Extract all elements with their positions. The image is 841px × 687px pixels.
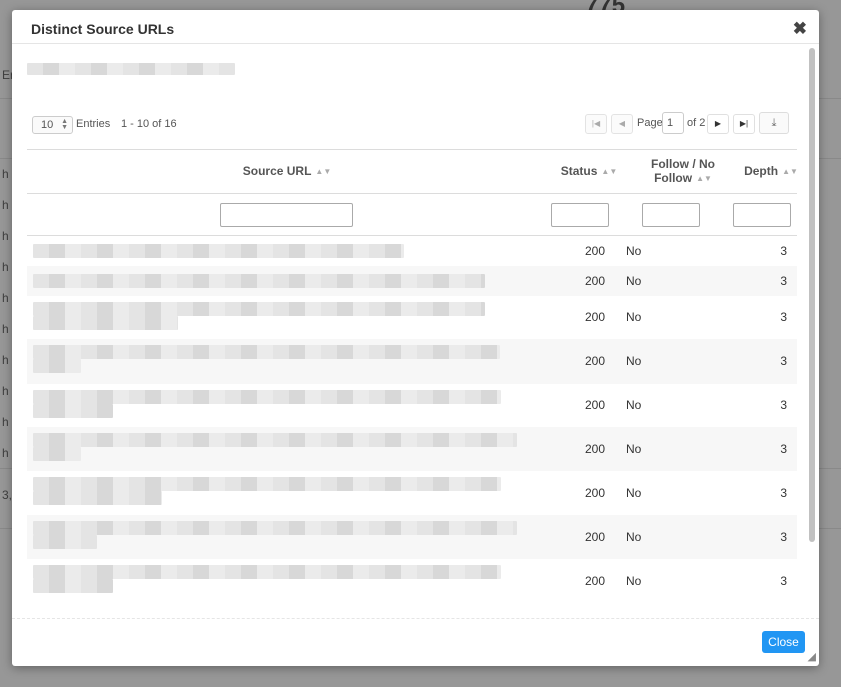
table-row[interactable]: 200 No 3	[27, 296, 797, 339]
column-header-follow[interactable]: Follow / No Follow ▲▼	[641, 157, 725, 186]
status-filter-input[interactable]	[551, 203, 609, 227]
first-page-icon: |◀	[591, 119, 601, 128]
depth-cell: 3	[780, 486, 787, 500]
resize-handle-icon[interactable]: ◢	[808, 650, 816, 663]
table-row[interactable]: 200 No 3	[27, 427, 797, 471]
column-header-depth[interactable]: Depth ▲▼	[739, 164, 803, 178]
table-row[interactable]: 200 No 3	[27, 384, 797, 427]
redacted-subtitle	[27, 63, 235, 75]
export-button[interactable]: ⤓	[759, 112, 789, 134]
distinct-source-urls-modal: Distinct Source URLs ✖ 10 ▲ ▼ Entries 1 -…	[12, 10, 819, 666]
modal-scrollbar[interactable]	[809, 48, 815, 542]
redacted-source-url	[33, 345, 500, 359]
redacted-source-url	[33, 477, 501, 491]
column-label: Depth	[744, 164, 779, 178]
table-top-border	[27, 149, 797, 150]
close-icon[interactable]: ✖	[793, 19, 807, 39]
table-row[interactable]: 200 No 3	[27, 339, 797, 384]
record-range: 1 - 10 of 16	[121, 118, 177, 130]
follow-cell: No	[626, 354, 642, 368]
table-row[interactable]: 200 No 3	[27, 559, 797, 603]
sort-icon: ▲▼	[696, 173, 712, 183]
follow-cell: No	[626, 486, 642, 500]
depth-cell: 3	[780, 530, 787, 544]
follow-cell: No	[626, 574, 642, 588]
sort-icon: ▲▼	[601, 167, 618, 177]
follow-filter-input[interactable]	[642, 203, 700, 227]
table-row[interactable]: 200 No 3	[27, 515, 797, 559]
entries-value: 10	[41, 119, 54, 131]
redacted-source-url	[33, 447, 81, 461]
redacted-source-url	[33, 535, 97, 549]
follow-cell: No	[626, 310, 642, 324]
redacted-source-url	[33, 433, 517, 447]
prev-page-button[interactable]: ◀	[611, 114, 633, 134]
redacted-source-url	[33, 579, 113, 593]
redacted-source-url	[33, 359, 81, 373]
depth-cell: 3	[780, 574, 787, 588]
download-icon: ⤓	[771, 117, 777, 129]
last-page-icon: ▶|	[739, 119, 749, 128]
table-row[interactable]: 200 No 3	[27, 236, 797, 266]
sort-icon: ▲▼	[315, 167, 332, 177]
table-row[interactable]: 200 No 3	[27, 266, 797, 296]
modal-title: Distinct Source URLs	[31, 21, 175, 37]
header-divider	[27, 193, 797, 194]
redacted-source-url	[33, 390, 501, 404]
follow-cell: No	[626, 274, 642, 288]
prev-page-icon: ◀	[618, 119, 626, 128]
entries-label: Entries	[76, 118, 111, 130]
redacted-source-url	[33, 491, 162, 505]
redacted-source-url	[33, 302, 485, 316]
last-page-button[interactable]: ▶|	[733, 114, 755, 134]
redacted-source-url	[33, 316, 178, 330]
depth-cell: 3	[780, 274, 787, 288]
first-page-button[interactable]: |◀	[585, 114, 607, 134]
table-row[interactable]: 200 No 3	[27, 471, 797, 515]
page-total-label: of 2	[687, 117, 706, 129]
follow-cell: No	[626, 398, 642, 412]
modal-footer	[12, 618, 819, 619]
redacted-source-url	[33, 565, 501, 579]
redacted-source-url	[33, 521, 517, 535]
depth-cell: 3	[780, 354, 787, 368]
depth-cell: 3	[780, 398, 787, 412]
page-number-input[interactable]: 1	[662, 112, 684, 134]
depth-filter-input[interactable]	[733, 203, 791, 227]
status-cell: 200	[584, 274, 605, 288]
depth-cell: 3	[780, 244, 787, 258]
status-cell: 200	[584, 574, 605, 588]
status-cell: 200	[584, 310, 605, 324]
status-cell: 200	[584, 354, 605, 368]
depth-cell: 3	[780, 310, 787, 324]
redacted-source-url	[33, 404, 113, 418]
depth-cell: 3	[780, 442, 787, 456]
next-page-icon: ▶	[714, 119, 722, 128]
column-header-status[interactable]: Status ▲▼	[554, 164, 624, 178]
status-cell: 200	[584, 530, 605, 544]
status-cell: 200	[584, 398, 605, 412]
source-url-filter-input[interactable]	[220, 203, 353, 227]
redacted-source-url	[33, 244, 404, 258]
follow-cell: No	[626, 442, 642, 456]
follow-cell: No	[626, 244, 642, 258]
redacted-source-url	[33, 274, 485, 288]
column-label: Source URL	[242, 164, 312, 178]
close-button[interactable]: Close	[762, 631, 805, 653]
status-cell: 200	[584, 442, 605, 456]
status-cell: 200	[584, 244, 605, 258]
column-label: Status	[560, 164, 598, 178]
page-label: Page	[637, 117, 663, 129]
column-header-source-url[interactable]: Source URL ▲▼	[187, 164, 387, 178]
follow-cell: No	[626, 530, 642, 544]
next-page-button[interactable]: ▶	[707, 114, 729, 134]
entries-per-page-select[interactable]: 10 ▲ ▼	[32, 116, 73, 134]
sort-icon: ▲▼	[782, 167, 798, 177]
modal-header: Distinct Source URLs ✖	[12, 10, 819, 44]
stepper-arrows-icon: ▲ ▼	[61, 118, 68, 131]
status-cell: 200	[584, 486, 605, 500]
